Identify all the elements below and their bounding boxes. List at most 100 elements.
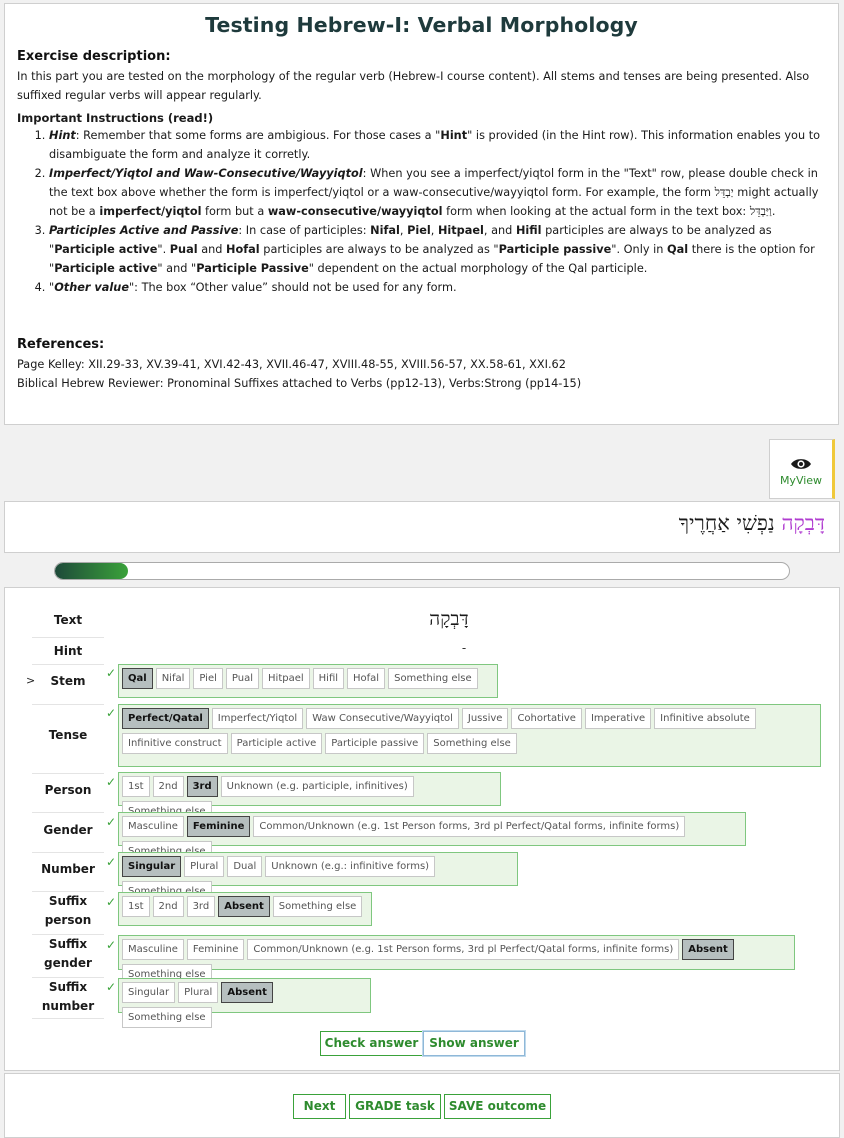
exercise-description-panel: Testing Hebrew-I: Verbal Morphology Exer… bbox=[4, 3, 839, 425]
option-button[interactable]: Something else bbox=[388, 668, 478, 689]
check-answer-button[interactable]: Check answer bbox=[320, 1031, 423, 1056]
option-button[interactable]: Singular bbox=[122, 982, 176, 1003]
option-button[interactable]: Unknown (e.g. participle, infinitives) bbox=[220, 776, 414, 797]
option-button[interactable]: 1st bbox=[122, 776, 150, 797]
option-button[interactable]: 2nd bbox=[152, 896, 184, 917]
check-icon: ✓ bbox=[106, 855, 117, 869]
stem-label: Stem bbox=[32, 664, 104, 698]
option-button[interactable]: Waw Consecutive/Wayyiqtol bbox=[306, 708, 459, 729]
save-outcome-button[interactable]: SAVE outcome bbox=[444, 1094, 551, 1119]
option-button[interactable]: Plural bbox=[178, 982, 219, 1003]
instructions-heading: Important Instructions (read!) bbox=[17, 111, 214, 125]
instruction-title: Participles Active and Passive bbox=[49, 224, 239, 237]
instruction-title: Other value bbox=[54, 281, 129, 294]
check-icon: ✓ bbox=[106, 815, 117, 829]
text-value: דָּבְקָה bbox=[429, 608, 469, 630]
description-text: In this part you are tested on the morph… bbox=[17, 70, 810, 102]
reference-line-1: Page Kelley: XII.29-33, XV.39-41, XVI.42… bbox=[17, 358, 566, 371]
option-button[interactable]: Common/Unknown (e.g. 1st Person forms, 3… bbox=[253, 816, 686, 837]
stem-options: Qal Nifal Piel Pual Hitpael Hifil Hofal Somethi… bbox=[118, 664, 498, 698]
check-icon: ✓ bbox=[106, 775, 117, 789]
option-button[interactable]: Singular bbox=[122, 856, 182, 877]
option-button[interactable]: Qal bbox=[122, 668, 153, 689]
option-button[interactable]: Hitpael bbox=[262, 668, 310, 689]
option-button[interactable]: Dual bbox=[227, 856, 263, 877]
grade-task-button[interactable]: GRADE task bbox=[349, 1094, 441, 1119]
check-icon: ✓ bbox=[106, 706, 117, 720]
references-heading: References: bbox=[17, 337, 105, 352]
text-box: דָּבְקָה נַפְשִׁי אַחֲרֶיךָ bbox=[4, 501, 840, 553]
option-button[interactable]: Participle active bbox=[230, 733, 323, 754]
myview-label: MyView bbox=[779, 474, 823, 487]
option-button[interactable]: Something else bbox=[122, 1007, 212, 1028]
suffix-person-label: Suffix person bbox=[32, 891, 104, 930]
number-label: Number bbox=[32, 852, 104, 886]
option-button[interactable]: Participle passive bbox=[325, 733, 425, 754]
option-button[interactable]: Piel bbox=[193, 668, 223, 689]
option-button[interactable]: Cohortative bbox=[511, 708, 582, 729]
hint-row-label: Hint bbox=[32, 637, 104, 664]
verse-rest: נַפְשִׁי אַחֲרֶיךָ bbox=[678, 511, 775, 535]
person-label: Person bbox=[32, 773, 104, 807]
instruction-participles: Participles Active and Passive: In case … bbox=[49, 221, 826, 278]
option-button[interactable]: 1st bbox=[122, 896, 150, 917]
option-button[interactable]: Something else bbox=[272, 896, 363, 917]
text-row-label: Text bbox=[53, 613, 83, 627]
instruction-title: Hint bbox=[49, 129, 76, 142]
suffix-gender-label: Suffix gender bbox=[32, 934, 104, 973]
instructions-list: Hint: Remember that some forms are ambig… bbox=[17, 126, 826, 297]
hebrew-example: וַיַּבְדֵּל bbox=[749, 205, 772, 218]
hebrew-verse: דָּבְקָה נַפְשִׁי אַחֲרֶיךָ bbox=[679, 511, 825, 536]
suffix-number-options: Singular Plural Absent Something else bbox=[118, 978, 371, 1028]
eye-icon bbox=[791, 459, 811, 469]
hint-value: - bbox=[461, 641, 467, 655]
option-button[interactable]: Hofal bbox=[347, 668, 386, 689]
hebrew-example: יַבְדֵּל bbox=[714, 186, 734, 199]
footer-panel: Next GRADE task SAVE outcome bbox=[4, 1073, 840, 1138]
option-button[interactable]: Hifil bbox=[312, 668, 345, 689]
option-button[interactable]: Perfect/Qatal bbox=[122, 708, 209, 729]
tense-label: Tense bbox=[32, 704, 104, 765]
option-button[interactable]: Absent bbox=[221, 982, 273, 1003]
page-title: Testing Hebrew-I: Verbal Morphology bbox=[205, 13, 638, 37]
person-options: 1st 2nd 3rd Unknown (e.g. participle, infin… bbox=[118, 772, 501, 822]
progress-fill bbox=[55, 563, 129, 579]
option-button[interactable]: Nifal bbox=[155, 668, 191, 689]
instruction-title: Imperfect/Yiqtol and Waw-Consecutive/Way… bbox=[49, 167, 363, 180]
option-button[interactable]: Masculine bbox=[122, 939, 184, 960]
option-button[interactable]: Infinitive absolute bbox=[654, 708, 756, 729]
description-heading: Exercise description: bbox=[17, 49, 171, 64]
myview-button[interactable]: MyView bbox=[769, 439, 835, 499]
instruction-hint: Hint: Remember that some forms are ambig… bbox=[49, 126, 826, 164]
option-button[interactable]: Plural bbox=[184, 856, 225, 877]
option-button[interactable]: Pual bbox=[225, 668, 260, 689]
option-button[interactable]: Masculine bbox=[122, 816, 184, 837]
option-button[interactable]: Infinitive construct bbox=[122, 733, 228, 754]
next-button[interactable]: Next bbox=[293, 1094, 346, 1119]
option-button[interactable]: Feminine bbox=[186, 816, 251, 837]
option-button[interactable]: 3rd bbox=[186, 896, 216, 917]
option-button[interactable]: Common/Unknown (e.g. 1st Person forms, 3… bbox=[247, 939, 680, 960]
option-button[interactable]: 3rd bbox=[186, 776, 218, 797]
option-button[interactable]: Feminine bbox=[186, 939, 245, 960]
tense-options: Perfect/Qatal Imperfect/Yiqtol Waw Consecu… bbox=[118, 704, 821, 767]
option-button[interactable]: Unknown (e.g.: infinitive forms) bbox=[265, 856, 436, 877]
check-icon: ✓ bbox=[106, 938, 117, 952]
option-button[interactable]: Jussive bbox=[461, 708, 509, 729]
instruction-imperfect: Imperfect/Yiqtol and Waw-Consecutive/Way… bbox=[49, 164, 826, 221]
exercise-panel: Text דָּבְקָה Hint - > Stem ✓ Qal Nifal Pi… bbox=[4, 587, 840, 1071]
option-button[interactable]: Imperative bbox=[584, 708, 652, 729]
gender-label: Gender bbox=[32, 812, 104, 847]
suffix-number-label: Suffix number bbox=[32, 977, 104, 1019]
gender-options: Masculine Feminine Common/Unknown (e.g. 1s… bbox=[118, 812, 746, 862]
option-button[interactable]: 2nd bbox=[152, 776, 184, 797]
show-answer-button[interactable]: Show answer bbox=[423, 1031, 525, 1056]
progress-bar bbox=[54, 562, 790, 580]
check-icon: ✓ bbox=[106, 980, 117, 994]
option-button[interactable]: Something else bbox=[427, 733, 517, 754]
option-button[interactable]: Absent bbox=[682, 939, 734, 960]
option-button[interactable]: Absent bbox=[218, 896, 270, 917]
suffix-gender-options: Masculine Feminine Common/Unknown (e.g. 1s… bbox=[118, 935, 795, 985]
option-button[interactable]: Imperfect/Yiqtol bbox=[211, 708, 304, 729]
reference-line-2: Biblical Hebrew Reviewer: Pronominal Suf… bbox=[17, 377, 582, 390]
